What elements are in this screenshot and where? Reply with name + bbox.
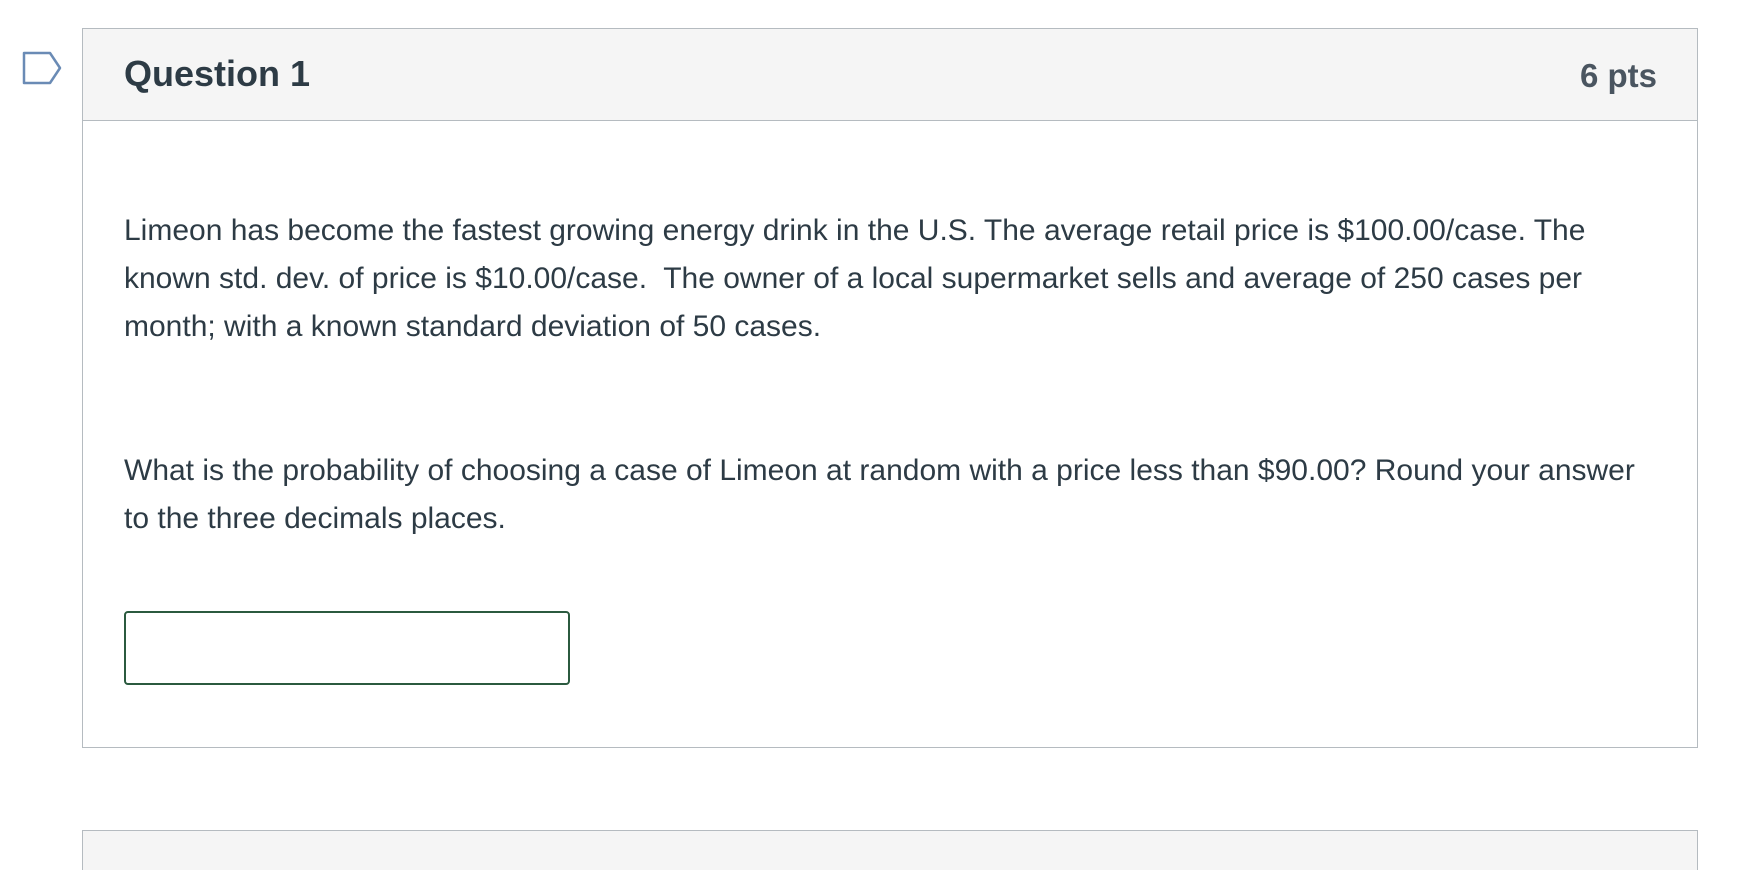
question-title: Question 1 <box>124 53 311 94</box>
question-text-paragraph: Limeon has become the fastest growing en… <box>124 214 1594 343</box>
flag-question-icon[interactable] <box>22 51 62 85</box>
question-text-paragraph: What is the probability of choosing a ca… <box>124 454 1644 535</box>
answer-input[interactable] <box>124 611 570 685</box>
question-points: 6 pts <box>1579 57 1657 94</box>
question-card: Question 1 6 pts Limeon has become the f… <box>82 28 1698 748</box>
question-header: Question 1 6 pts <box>83 29 1697 121</box>
next-question-card <box>82 830 1698 870</box>
